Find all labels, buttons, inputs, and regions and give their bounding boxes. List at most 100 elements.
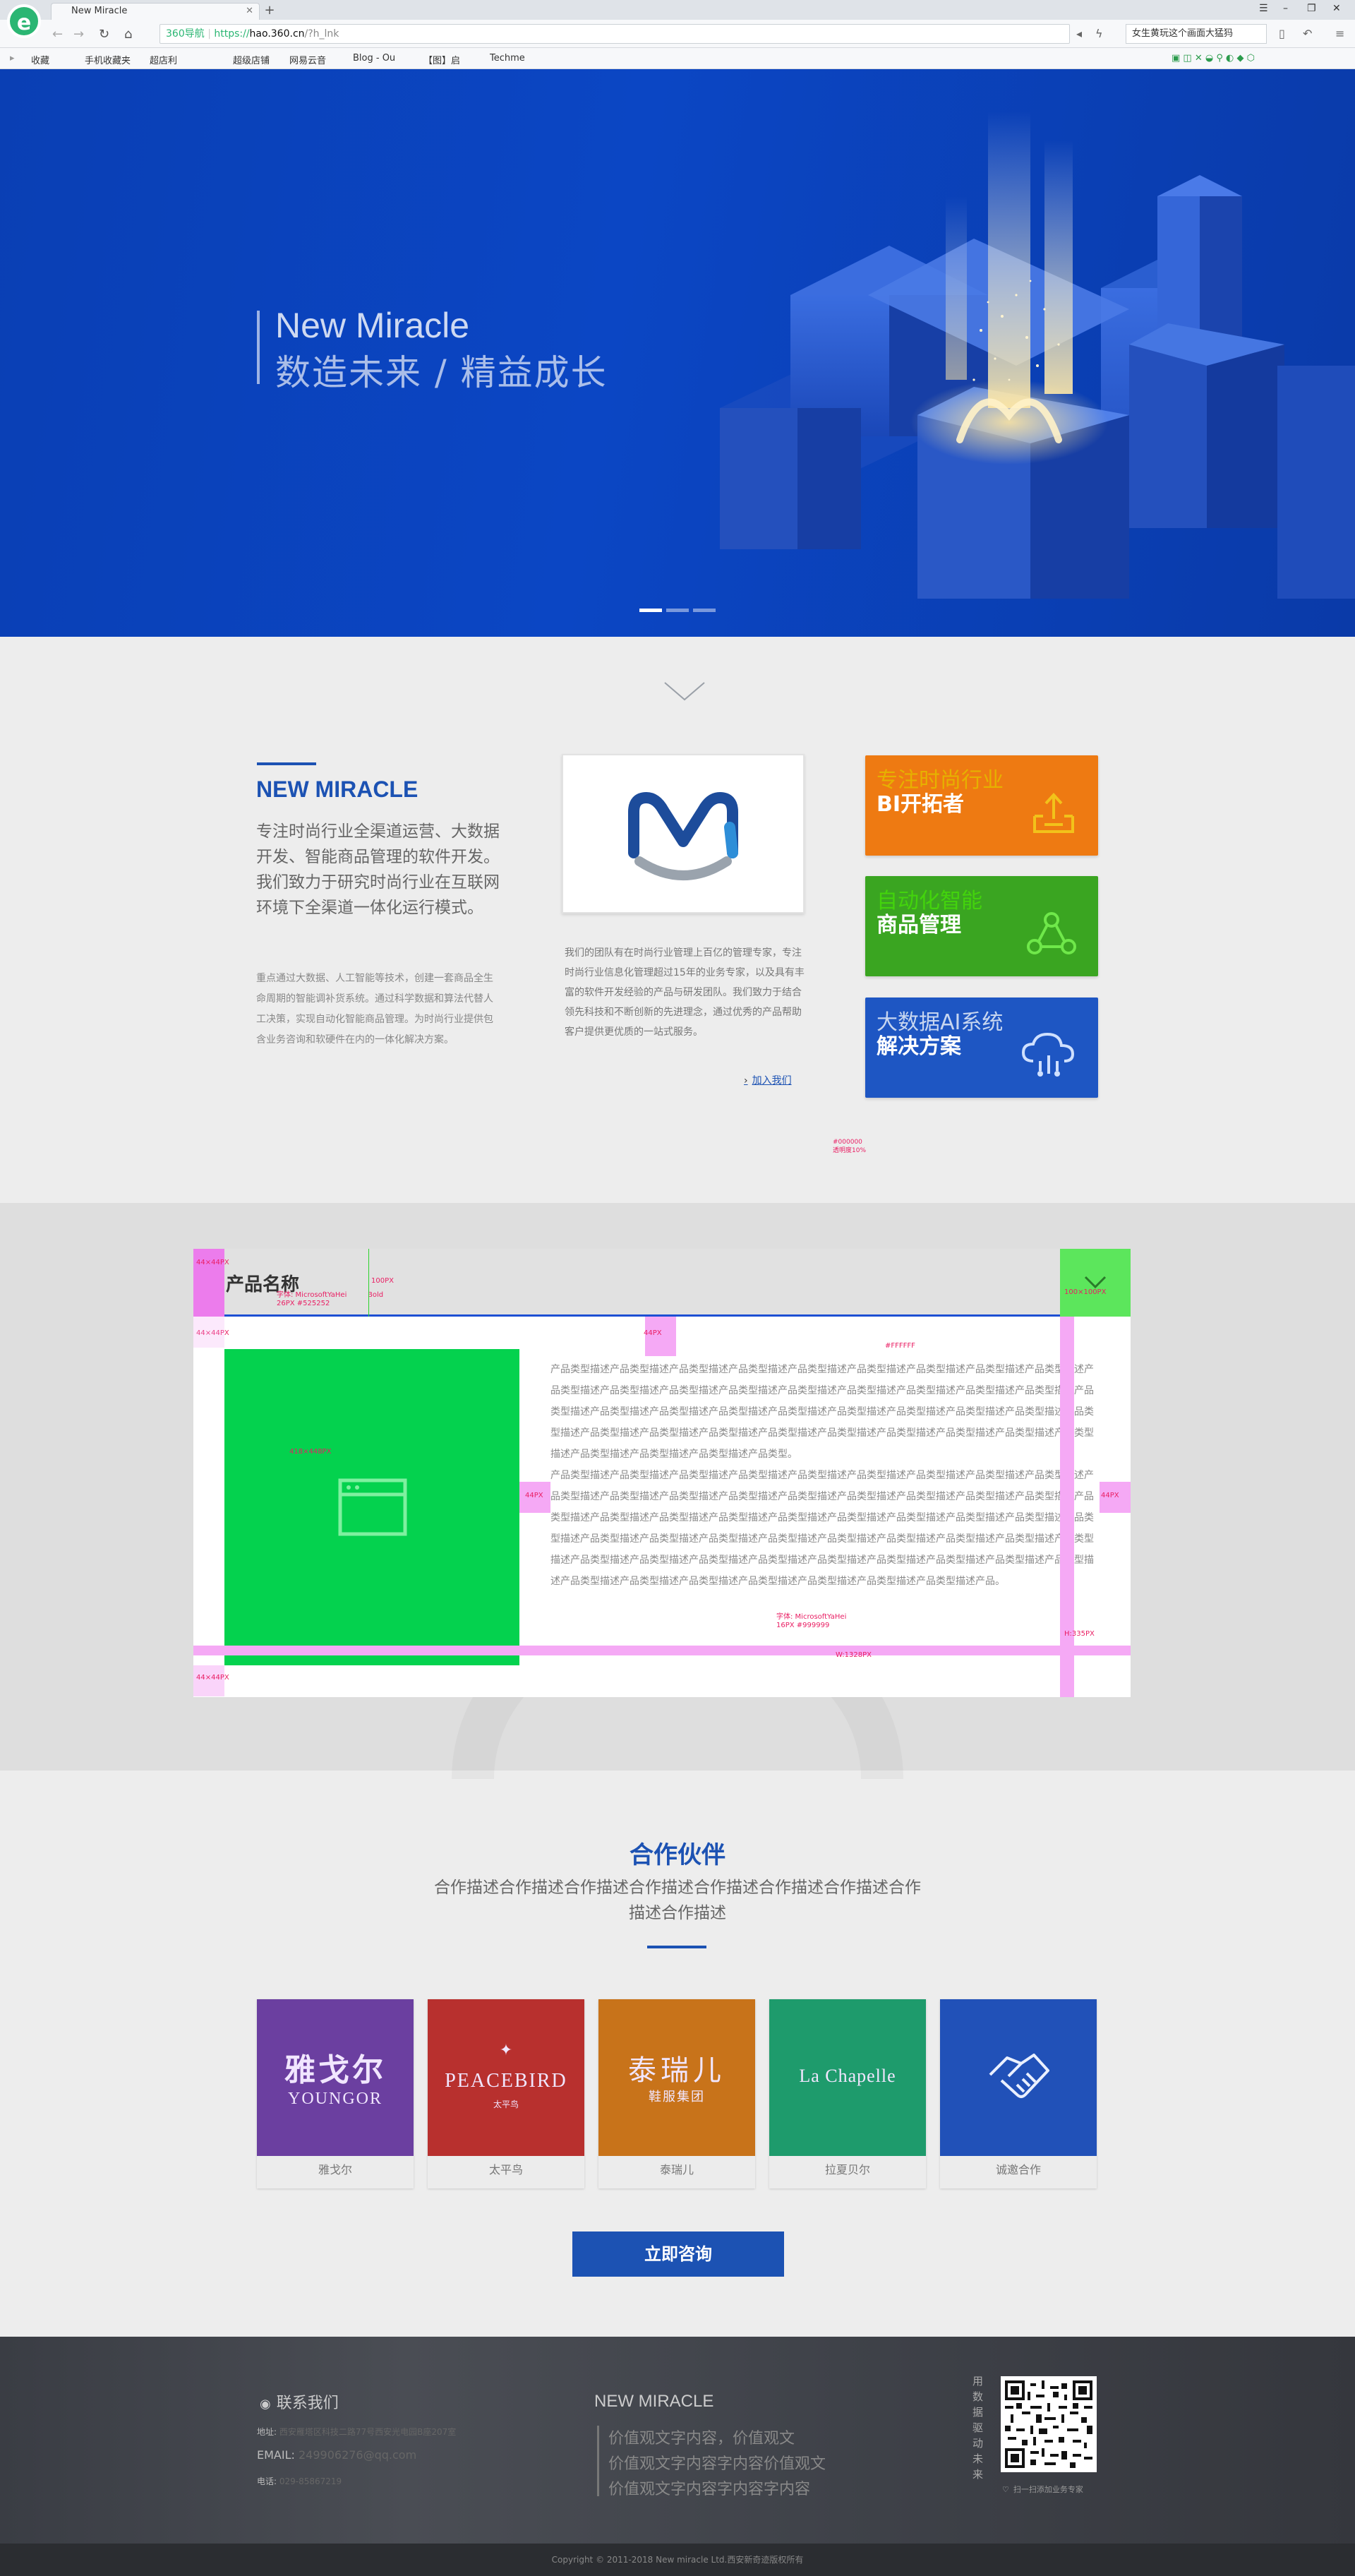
partner-card-lachapelle[interactable]: La Chapelle 拉夏贝尔 bbox=[769, 1999, 926, 2188]
search-input[interactable]: 女生黄玩这个画面大猛犸 bbox=[1126, 24, 1267, 44]
partner-name: 拉夏贝尔 bbox=[824, 2163, 870, 2176]
padding-guide bbox=[193, 1317, 224, 1348]
lightning-icon[interactable]: ϟ bbox=[1095, 27, 1103, 40]
address-label: 地址: bbox=[257, 2427, 277, 2437]
partner-brand: PEACEBIRD bbox=[445, 2070, 567, 2092]
measure-label: 字体: MicrosoftYaHei bbox=[277, 1291, 347, 1299]
url-host: hao.360.cn bbox=[249, 28, 305, 40]
footer-brand: NEW MIRACLE bbox=[594, 2392, 714, 2411]
partner-card-tairuier[interactable]: 泰瑞儿 鞋服集团 泰瑞儿 bbox=[598, 1999, 755, 2188]
chat-bubble-icon: ◉ bbox=[260, 2397, 271, 2412]
slider-dot-1[interactable] bbox=[639, 609, 662, 612]
expand-toggle[interactable] bbox=[1060, 1249, 1131, 1317]
partner-logo: 雅戈尔 YOUNGOR bbox=[257, 1999, 414, 2156]
hero-subtitle: 数造未来 / 精益成长 bbox=[275, 352, 608, 393]
slider-dot-3[interactable] bbox=[693, 609, 716, 612]
share-icon[interactable]: ◂ bbox=[1076, 27, 1082, 40]
reload-icon[interactable]: ↻ bbox=[99, 27, 109, 42]
secure-badge: 360导航 bbox=[166, 28, 205, 40]
webhook-icon bbox=[1027, 912, 1076, 954]
footer-address: 地址: 西安雁塔区科技二路77号西安光电园B座207室 bbox=[257, 2426, 456, 2438]
partner-name: 太平鸟 bbox=[488, 2163, 523, 2176]
measure-label: 字体: MicrosoftYaHei bbox=[776, 1613, 847, 1621]
about-title: NEW MIRACLE bbox=[256, 777, 418, 802]
join-us-link[interactable]: › 加入我们 bbox=[744, 1073, 792, 1087]
slider-dot-2[interactable] bbox=[666, 609, 689, 612]
service-line2: 解决方案 bbox=[877, 1034, 961, 1059]
values-bar bbox=[597, 2426, 599, 2496]
undo-icon[interactable]: ↶ bbox=[1303, 27, 1312, 40]
isometric-city-illustration bbox=[720, 112, 1355, 599]
product-card: 44×44PX 产品名称 字体: MicrosoftYaHei 26PX #52… bbox=[193, 1249, 1131, 1697]
service-card-bi[interactable]: 专注时尚行业 BI开拓者 bbox=[865, 755, 1098, 856]
partner-name: 雅戈尔 bbox=[318, 2163, 352, 2176]
product-image: 418×448PX bbox=[224, 1349, 519, 1665]
value-line: 价值观文字内容字内容价值观文 bbox=[608, 2455, 826, 2473]
new-tab-icon[interactable]: + bbox=[263, 4, 277, 18]
guide-line bbox=[368, 1249, 369, 1317]
address-value: 西安雁塔区科技二路77号西安光电园B座207室 bbox=[279, 2427, 457, 2437]
team-description: 我们的团队有在时尚行业管理上百亿的管理专家，专注时尚行业信息化管理超过15年的业… bbox=[565, 947, 805, 1038]
consult-now-button[interactable]: 立即咨询 bbox=[572, 2231, 784, 2277]
chevron-down-icon bbox=[664, 682, 705, 701]
bookmark-item[interactable]: 【图】启 bbox=[423, 53, 460, 66]
footer-email: EMAIL: 249906276@qq.com bbox=[257, 2448, 416, 2462]
sidebar-toggle-icon[interactable]: ▸ bbox=[10, 53, 15, 64]
device-icon[interactable]: ▯ bbox=[1279, 27, 1285, 40]
email-value[interactable]: 249906276@qq.com bbox=[299, 2448, 416, 2462]
partner-card-peacebird[interactable]: ✦ PEACEBIRD 太平鸟 太平鸟 bbox=[428, 1999, 584, 2188]
close-window-icon[interactable]: ✕ bbox=[1332, 3, 1341, 14]
arrow-right-icon: › bbox=[744, 1075, 748, 1086]
partners-title-line bbox=[647, 1946, 706, 1948]
partner-card-youngor[interactable]: 雅戈尔 YOUNGOR 雅戈尔 bbox=[257, 1999, 414, 2188]
qr-caption: ♡ 扫一扫添加业务专家 bbox=[1002, 2484, 1083, 2495]
partners-title: 合作伙伴 bbox=[630, 1841, 725, 1869]
annotation-color: #000000 bbox=[833, 1139, 862, 1146]
restore-icon[interactable]: ❐ bbox=[1307, 3, 1316, 14]
extension-icon[interactable]: ▣ ◫ ✕ ◒ ⚲ ◐ ◆ ⬡ bbox=[1172, 53, 1255, 64]
tab-new-miracle[interactable]: New Miracle ✕ bbox=[51, 3, 260, 20]
bookmark-item[interactable]: 手机收藏夹 bbox=[85, 53, 131, 66]
partner-name: 诚邀合作 bbox=[995, 2163, 1041, 2176]
url-scheme: https:// bbox=[214, 28, 250, 40]
product-paragraph: 产品类型描述产品类型描述产品类型描述产品类型描述产品类型描述产品类型描述产品类型… bbox=[550, 1364, 1094, 1460]
bookmark-item[interactable]: 超级店铺 bbox=[233, 53, 270, 66]
partner-logo: ✦ PEACEBIRD 太平鸟 bbox=[428, 1999, 584, 2156]
bookmark-item[interactable]: 超店利 bbox=[150, 53, 177, 66]
address-bar[interactable]: 360导航 | https://hao.360.cn/?h_lnk bbox=[159, 24, 1070, 44]
forward-icon[interactable]: → bbox=[73, 27, 84, 42]
partners-description: 合作描述合作描述合作描述合作描述合作描述合作描述合作描述合作描述合作描述 bbox=[434, 1879, 921, 1922]
qr-code-icon bbox=[1005, 2380, 1092, 2468]
bookmark-item[interactable]: Techme bbox=[490, 53, 525, 64]
contact-heading: ◉ 联系我们 bbox=[260, 2390, 339, 2413]
browser-logo-icon[interactable]: e bbox=[7, 4, 41, 38]
product-description: 产品类型描述产品类型描述产品类型描述产品类型描述产品类型描述产品类型描述产品类型… bbox=[550, 1359, 1094, 1592]
home-icon[interactable]: ⌂ bbox=[124, 27, 132, 42]
chat-icon: ♡ bbox=[1002, 2485, 1009, 2494]
measure-label: 44PX bbox=[1101, 1492, 1119, 1499]
menu-more-icon[interactable]: ≡ bbox=[1335, 27, 1344, 40]
measure-label: 44×44PX bbox=[196, 1674, 229, 1682]
browser-titlebar: New Miracle ✕ + ☰ – ❐ ✕ bbox=[0, 0, 1355, 20]
company-logo-card bbox=[562, 754, 805, 913]
service-card-merchandise[interactable]: 自动化智能 商品管理 bbox=[865, 876, 1098, 976]
service-card-ai[interactable]: 大数据AI系统 解决方案 bbox=[865, 998, 1098, 1098]
padding-guide bbox=[1060, 1317, 1074, 1697]
annotation-opacity: 透明度10% bbox=[833, 1147, 867, 1154]
bookmark-item[interactable]: 网易云音 bbox=[289, 53, 326, 66]
bookmark-item[interactable]: 收藏 bbox=[31, 53, 49, 66]
partner-brand: 雅戈尔 bbox=[284, 2052, 386, 2088]
hero-banner: New Miracle 数造未来 / 精益成长 bbox=[0, 69, 1355, 637]
browser-window-icon bbox=[338, 1478, 407, 1536]
measure-label: 44×44PX bbox=[196, 1259, 229, 1266]
measure-label: 16PX #999999 bbox=[776, 1622, 830, 1629]
bookmark-item[interactable]: Blog - Ou bbox=[353, 53, 395, 64]
tab-close-icon[interactable]: ✕ bbox=[246, 4, 253, 19]
partner-card-invite[interactable]: 诚邀合作 bbox=[940, 1999, 1097, 2188]
back-icon[interactable]: ← bbox=[52, 27, 63, 42]
url-path: /?h_lnk bbox=[304, 28, 339, 40]
menu-icon[interactable]: ☰ bbox=[1259, 3, 1268, 14]
minimize-icon[interactable]: – bbox=[1283, 3, 1288, 14]
measure-label: 44PX bbox=[525, 1492, 543, 1499]
measure-label: 100PX bbox=[371, 1277, 394, 1285]
